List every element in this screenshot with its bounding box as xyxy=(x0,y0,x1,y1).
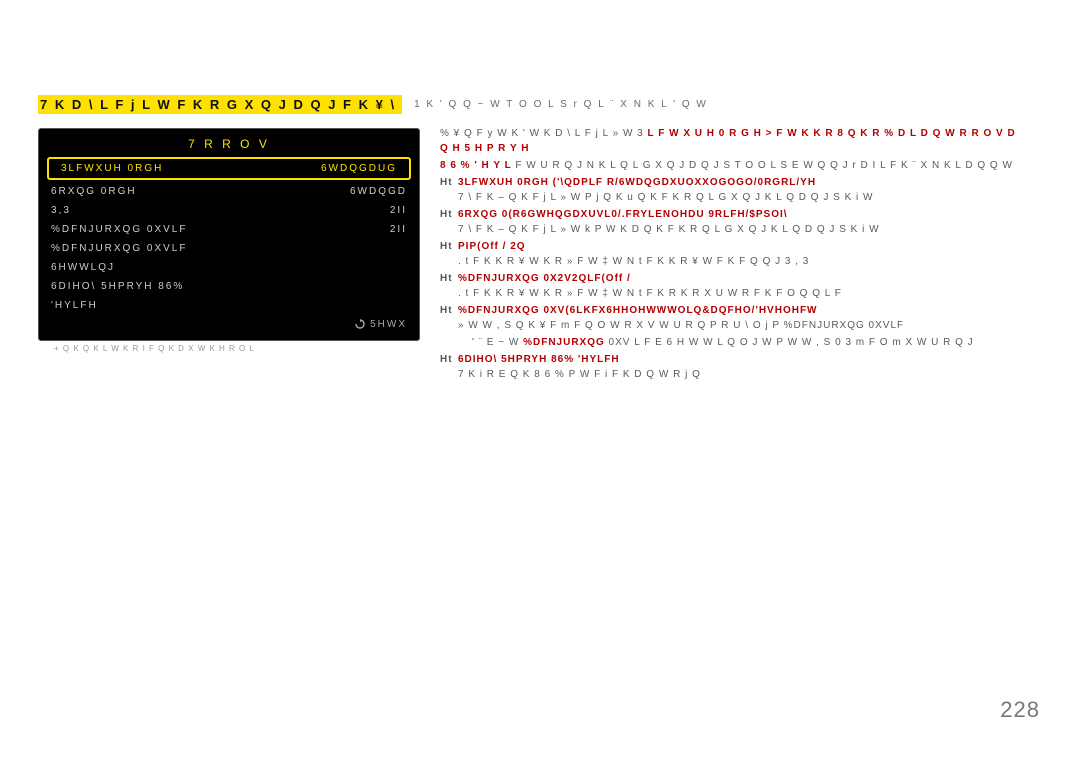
menu-row: 6DIHO\ 5HPRYH 86% xyxy=(39,277,419,296)
bullet-head: %DFNJURXQG 0X2V2QLF(Off / xyxy=(458,271,631,286)
section-heading: 7 K D \ L F j L W F K R G X Q J D Q J F … xyxy=(38,95,402,114)
menu-row-label: %DFNJURXQG 0XVLF xyxy=(51,243,187,254)
menu-row: 6HWWLQJ xyxy=(39,258,419,277)
menu-row-label: 6DIHO\ 5HPRYH 86% xyxy=(51,281,184,292)
menu-row-value: 2II xyxy=(390,205,407,216)
text-line: % ¥ Q F y W K ' W K D \ L F j L » W 3 L … xyxy=(440,126,1020,156)
bullet-item: Ht6RXQG 0(R6GWHQGDXUVL0/.FRYLENOHDU 9RLF… xyxy=(440,207,1020,222)
section-subtitle: 1 K ' Q Q ~ W T O O L S r Q L ¨ X N K L … xyxy=(414,99,708,110)
tools-menu-rows: 3LFWXUH 0RGH 6WDQGDUG 6RXQG 0RGH 6WDQGD 3,3 2… xyxy=(39,157,419,315)
text-line: 8 6 % ' H Y L F W U R Q J N K L Q L G X … xyxy=(440,158,1020,173)
bullet-item: Ht%DFNJURXQG 0XV(6LKFX6HHOHWWWOLQ&DQFHO/… xyxy=(440,303,1020,318)
bullet-body: . t F K K R ¥ W K R » F W ‡ W N t F K K … xyxy=(458,254,1020,269)
bullet-body: . t F K K R ¥ W K R » F W ‡ W N t F K R … xyxy=(458,286,1020,301)
menu-row: 3,3 2II xyxy=(39,201,419,220)
menu-row-label: 6RXQG 0RGH xyxy=(51,186,137,197)
menu-row: 'HYLFH xyxy=(39,296,419,315)
bullet-head: PIP(Off / 2Q xyxy=(458,239,526,254)
bullet-marker: Ht xyxy=(440,303,458,318)
bullet-item: Ht6DIHO\ 5HPRYH 86% 'HYLFH xyxy=(440,352,1020,367)
bullet-head: 3LFWXUH 0RGH ('\QDPLF R/6WDQGDXUOXXOGOGO… xyxy=(458,175,816,190)
indent-line: ' ¨ E ~ W %DFNJURXQG 0XV L F E 6 H W W L… xyxy=(472,335,1020,350)
bullet-body: 7 \ F K – Q K F j L » W P j Q K u Q K F … xyxy=(458,190,1020,205)
body-text: % ¥ Q F y W K ' W K D \ L F j L » W 3 L … xyxy=(440,124,1020,384)
bullet-item: HtPIP(Off / 2Q xyxy=(440,239,1020,254)
bullet-marker: Ht xyxy=(440,271,458,286)
menu-row-value: 6WDQGDUG xyxy=(321,163,397,174)
title-row: 7 K D \ L F j L W F K R G X Q J D Q J F … xyxy=(38,94,1042,114)
bullet-item: Ht3LFWXUH 0RGH ('\QDPLF R/6WDQGDXUOXXOGO… xyxy=(440,175,1020,190)
bullet-body: 7 K i R E Q K 8 6 % P W F i F K D Q W R … xyxy=(458,367,1020,382)
menu-row: 3LFWXUH 0RGH 6WDQGDUG xyxy=(47,157,411,180)
page: 7 K D \ L F j L W F K R G X Q J D Q J F … xyxy=(0,0,1080,763)
tools-menu-title: 7 R R O V xyxy=(39,137,419,151)
menu-row-label: %DFNJURXQG 0XVLF xyxy=(51,224,187,235)
menu-row-label: 'HYLFH xyxy=(51,300,98,311)
bullet-head: %DFNJURXQG 0XV(6LKFX6HHOHWWWOLQ&DQFHO/'H… xyxy=(458,303,818,318)
tools-menu-panel: 7 R R O V 3LFWXUH 0RGH 6WDQGDUG 6RXQG 0RGH… xyxy=(38,128,420,341)
menu-row-label: 3,3 xyxy=(51,205,71,216)
menu-row: 6RXQG 0RGH 6WDQGD xyxy=(39,182,419,201)
menu-row-value: 2II xyxy=(390,224,407,235)
menu-row: %DFNJURXQG 0XVLF 2II xyxy=(39,220,419,239)
bullet-item: Ht%DFNJURXQG 0X2V2QLF(Off / xyxy=(440,271,1020,286)
bullet-body: 7 \ F K – Q K F j L » W k P W K D Q K F … xyxy=(458,222,1020,237)
bullet-head: 6DIHO\ 5HPRYH 86% 'HYLFH xyxy=(458,352,620,367)
footnote: + Q K Q K L W K R I F Q K D X W K H R O … xyxy=(54,344,414,353)
bullet-marker: Ht xyxy=(440,175,458,190)
bullet-marker: Ht xyxy=(440,239,458,254)
menu-row-value: 6WDQGD xyxy=(350,186,407,197)
bullet-marker: Ht xyxy=(440,352,458,367)
return-hint: 5HWX xyxy=(39,315,419,336)
bullet-marker: Ht xyxy=(440,207,458,222)
menu-row-label: 3LFWXUH 0RGH xyxy=(61,163,163,174)
return-label: 5HWX xyxy=(370,319,407,330)
bullet-head: 6RXQG 0(R6GWHQGDXUVL0/.FRYLENOHDU 9RLFH/… xyxy=(458,207,788,222)
menu-row-label: 6HWWLQJ xyxy=(51,262,115,273)
page-number: 228 xyxy=(1000,697,1040,723)
bullet-body: » W W , S Q K ¥ F m F Q O W R X V W U R … xyxy=(458,318,1020,333)
menu-row: %DFNJURXQG 0XVLF xyxy=(39,239,419,258)
return-icon xyxy=(355,319,370,330)
